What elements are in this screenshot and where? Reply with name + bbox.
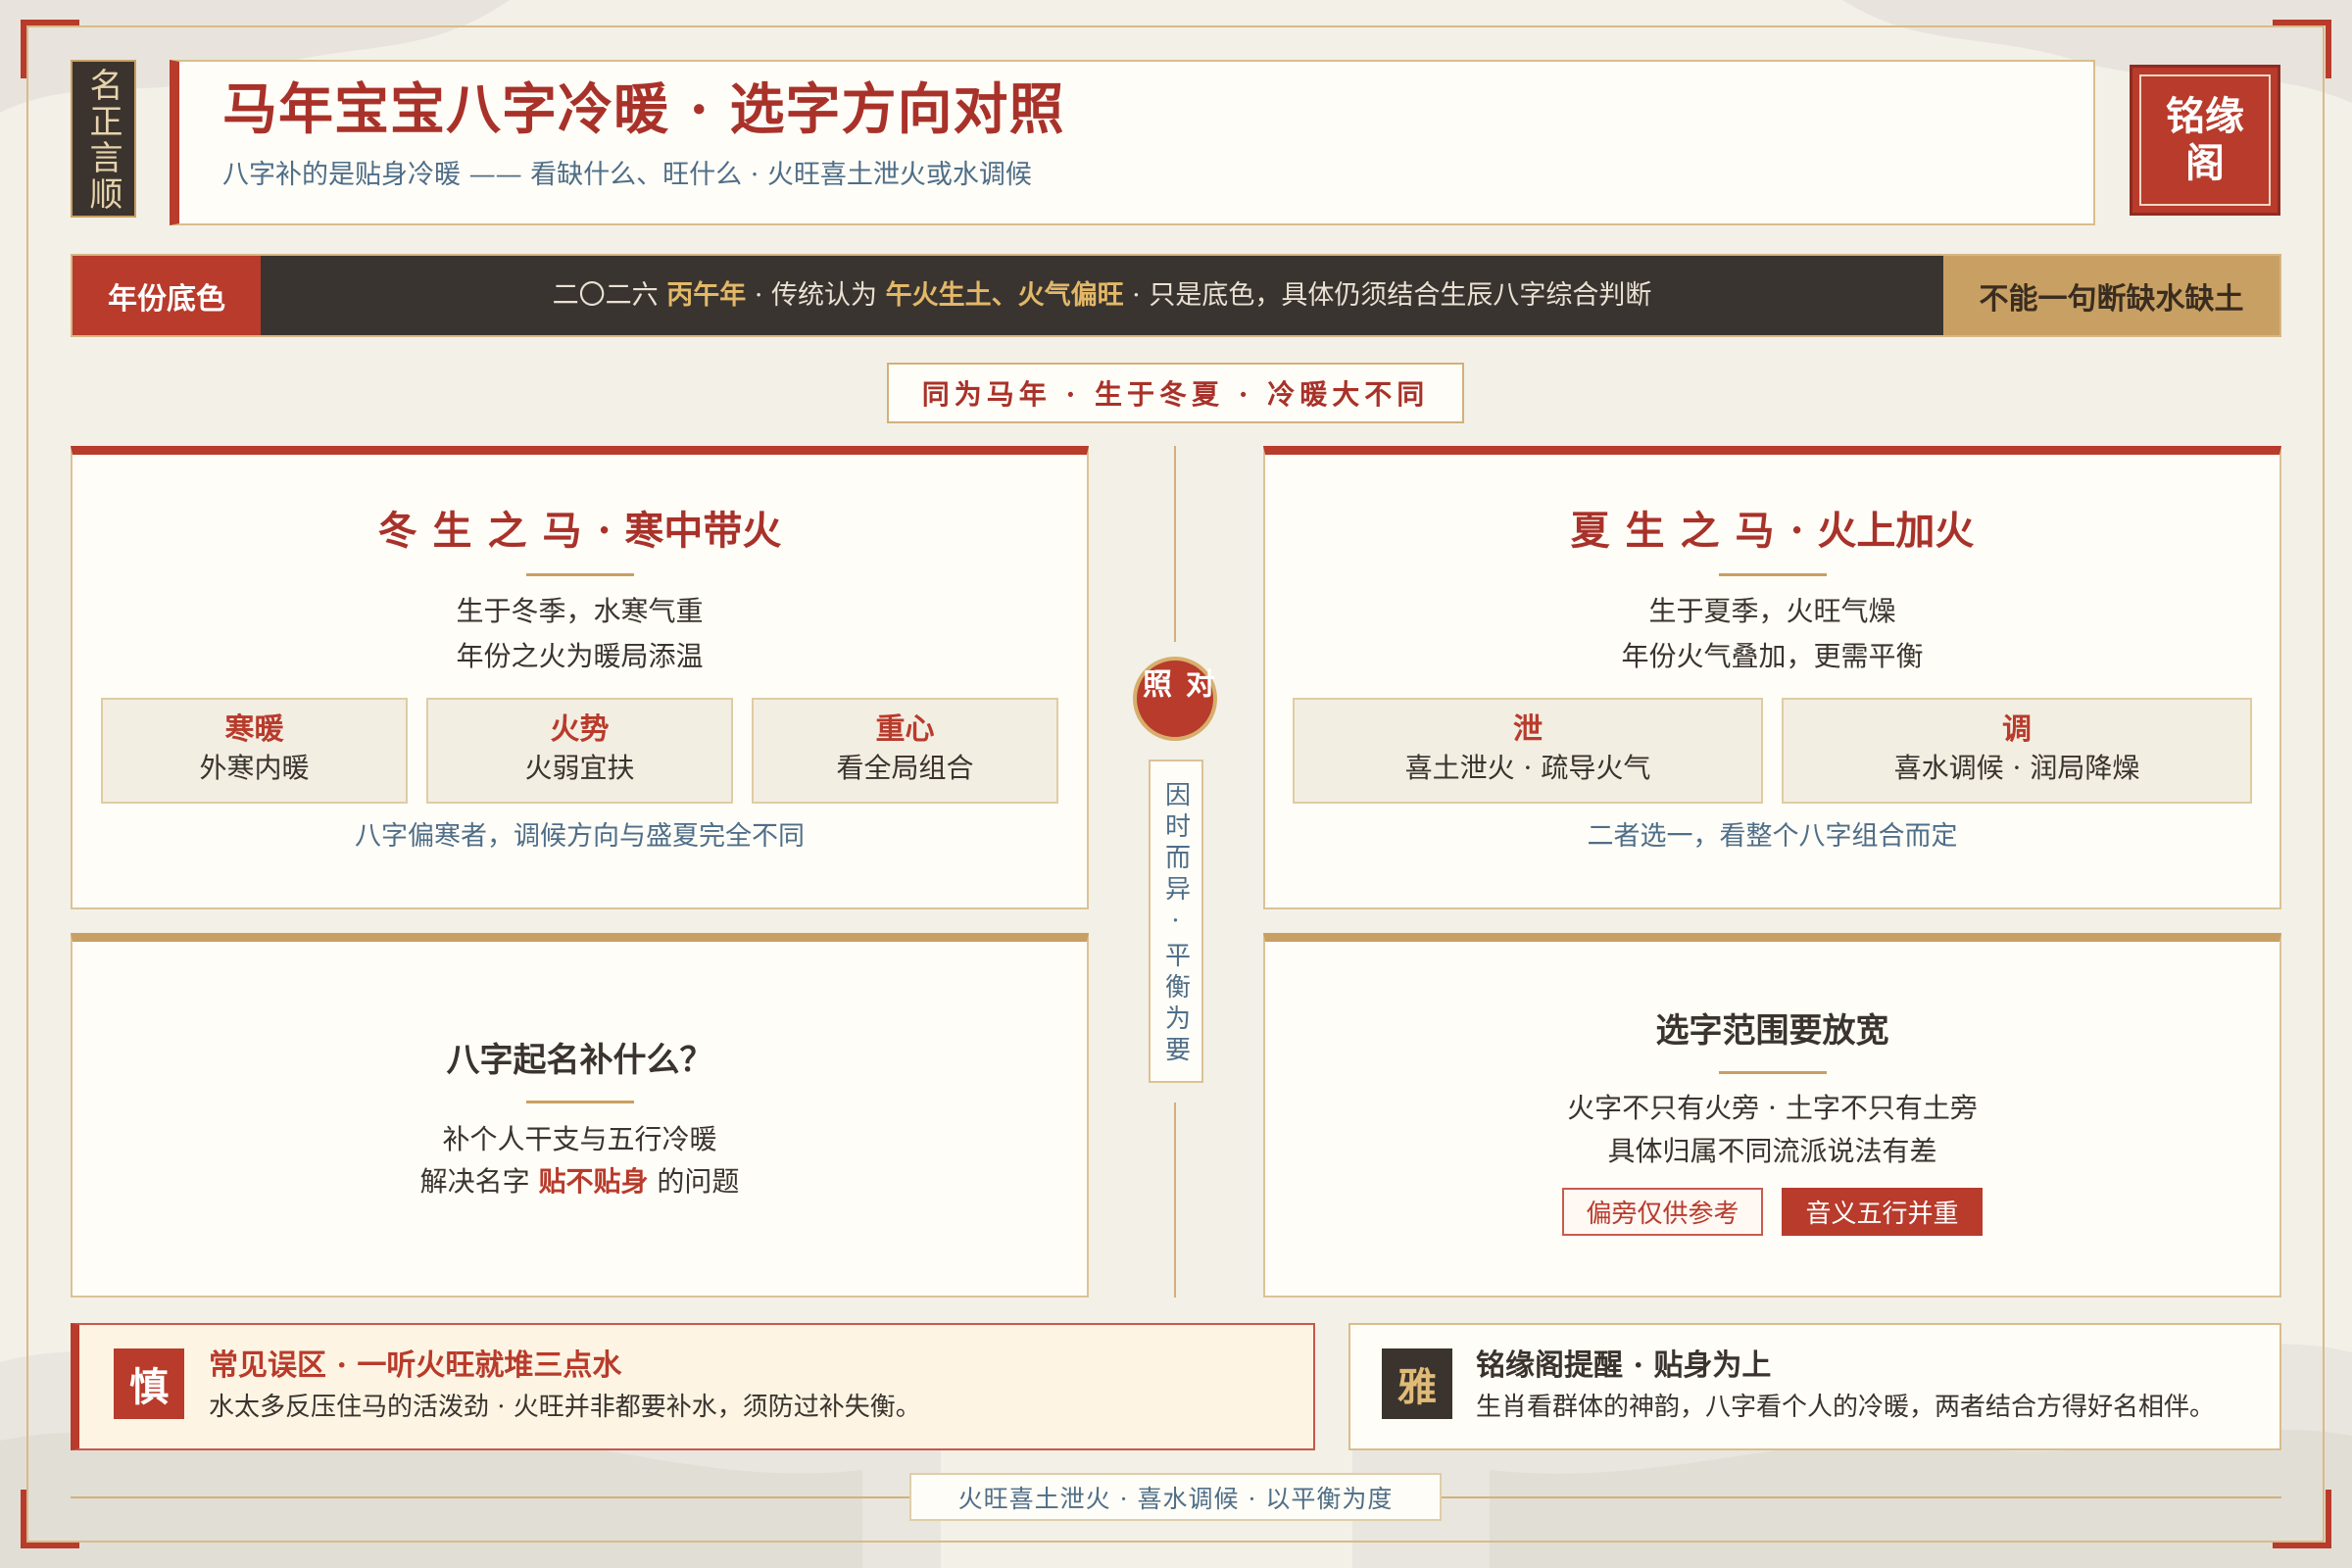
description-line: 生于冬季，水寒气重 bbox=[456, 595, 704, 627]
note-text: 水太多反压住马的活泼劲 · 火旺并非都要补水，须防过补失衡。 bbox=[209, 1393, 921, 1422]
misconception-note: 慎 常见误区 · 一听火旺就堆三点水 水太多反压住马的活泼劲 · 火旺并非都要补… bbox=[71, 1323, 1315, 1450]
corner-bracket bbox=[2273, 1490, 2331, 1548]
tile-fire-strength: 火势 火弱宜扶 bbox=[426, 698, 733, 804]
tile-drain-fire: 泄 喜土泄火 · 疏导火气 bbox=[1293, 698, 1763, 804]
comparison-heading: 同为马年 · 生于冬夏 · 冷暖大不同 bbox=[887, 363, 1464, 423]
card-title-theme: · 火上加火 bbox=[1789, 508, 1975, 554]
winter-horse-card: 冬生之马· 寒中带火 生于冬季，水寒气重 年份之火为暖局添温 寒暖 外寒内暖 火… bbox=[71, 446, 1089, 909]
footer-summary: 火旺喜土泄火 · 喜水调候 · 以平衡为度 bbox=[909, 1473, 1442, 1521]
tile-text: 喜水调候 · 润局降燥 bbox=[1893, 752, 2140, 784]
line-highlight: 贴不贴身 bbox=[538, 1165, 649, 1198]
card-footnote: 八字偏寒者，调候方向与盛夏完全不同 bbox=[355, 821, 805, 852]
card-title: 冬生之马· 寒中带火 bbox=[378, 506, 782, 557]
tile-text: 外寒内暖 bbox=[199, 752, 310, 784]
scope-card: 选字范围要放宽 火字不只有火旁 · 土字不只有土旁 具体归属不同流派说法有差 偏… bbox=[1263, 933, 2281, 1298]
tag-sound-meaning: 音义五行并重 bbox=[1782, 1188, 1983, 1236]
tile-label: 泄 bbox=[1513, 712, 1543, 747]
line-text: 的问题 bbox=[648, 1165, 740, 1198]
card-title: 八字起名补什么？ bbox=[446, 1041, 713, 1080]
divider-line bbox=[1174, 446, 1176, 642]
footer-rule bbox=[1442, 1496, 2281, 1498]
compare-badge-text: 对照 bbox=[1137, 668, 1214, 706]
banner-text: 二〇二六 bbox=[552, 280, 667, 311]
divider-line bbox=[1174, 1102, 1176, 1298]
title-underline bbox=[1718, 573, 1827, 576]
tile-label: 寒暖 bbox=[224, 712, 284, 747]
tile-cold-warm: 寒暖 外寒内暖 bbox=[101, 698, 408, 804]
corner-bracket bbox=[21, 1490, 79, 1548]
title-underline bbox=[1718, 1071, 1827, 1074]
note-text: 生肖看群体的神韵，八字看个人的冷暖，两者结合方得好名相伴。 bbox=[1476, 1393, 2216, 1422]
seal-frame: 铭缘 阁 bbox=[2139, 74, 2271, 206]
seal-line-2: 阁 bbox=[2185, 140, 2225, 186]
brand-seal: 铭缘 阁 bbox=[2130, 65, 2280, 216]
title-underline bbox=[525, 1101, 634, 1103]
banner-text: · 只是底色，具体仍须结合生辰八字综合判断 bbox=[1123, 280, 1652, 311]
card-description: 生于夏季，火旺气燥 年份火气叠加，更需平衡 bbox=[1621, 589, 1923, 679]
tile-label: 重心 bbox=[875, 712, 935, 747]
tag-row: 偏旁仅供参考 音义五行并重 bbox=[1562, 1188, 1983, 1236]
card-title: 选字范围要放宽 bbox=[1655, 1011, 1889, 1051]
tile-text: 火弱宜扶 bbox=[524, 752, 635, 784]
banner-highlight: 丙午年 bbox=[666, 280, 747, 311]
card-title-name: 冬生之马 bbox=[377, 508, 598, 554]
side-motto-badge: 名正言顺 bbox=[71, 60, 136, 218]
line-text: 解决名字 bbox=[419, 1165, 539, 1198]
divider-motto-text: 因时而异·平衡为要 bbox=[1160, 781, 1191, 1067]
banner-text: · 传统认为 bbox=[746, 280, 886, 311]
compare-badge: 对照 bbox=[1133, 657, 1217, 741]
title-underline bbox=[525, 573, 634, 576]
reminder-note: 雅 铭缘阁提醒 · 贴身为上 生肖看群体的神韵，八字看个人的冷暖，两者结合方得好… bbox=[1348, 1323, 2281, 1450]
divider-motto-box: 因时而异·平衡为要 bbox=[1149, 760, 1203, 1083]
corner-bracket bbox=[21, 20, 79, 78]
tile-text: 看全局组合 bbox=[836, 752, 974, 784]
card-description: 补个人干支与五行冷暖 解决名字 贴不贴身 的问题 bbox=[420, 1118, 740, 1202]
tag-radical-reference: 偏旁仅供参考 bbox=[1562, 1188, 1763, 1236]
card-title-theme: · 寒中带火 bbox=[597, 508, 782, 554]
tile-row: 泄 喜土泄火 · 疏导火气 调 喜水调候 · 润局降燥 bbox=[1265, 698, 2279, 804]
banner-statement-line: 二〇二六 丙午年 · 传统认为 午火生土、火气偏旺 · 只是底色，具体仍须结合生… bbox=[553, 273, 1652, 312]
elegance-badge: 雅 bbox=[1382, 1348, 1452, 1419]
tile-label: 调 bbox=[2002, 712, 2032, 747]
note-title: 常见误区 · 一听火旺就堆三点水 bbox=[209, 1348, 622, 1383]
tile-label: 火势 bbox=[550, 712, 610, 747]
banner-label: 年份底色 bbox=[73, 256, 261, 335]
description-line: 火字不只有火旁 · 土字不只有土旁 bbox=[1567, 1092, 1978, 1124]
footer-rule bbox=[71, 1496, 909, 1498]
page-title: 马年宝宝八字冷暖 · 选字方向对照 bbox=[222, 77, 1065, 142]
caution-badge: 慎 bbox=[114, 1348, 184, 1419]
description-line: 生于夏季，火旺气燥 bbox=[1648, 595, 1896, 627]
tile-row: 寒暖 外寒内暖 火势 火弱宜扶 重心 看全局组合 bbox=[73, 698, 1087, 804]
card-description: 火字不只有火旁 · 土字不只有土旁 具体归属不同流派说法有差 bbox=[1567, 1087, 1978, 1173]
corner-bracket bbox=[2273, 20, 2331, 78]
tile-balance-water: 调 喜水调候 · 润局降燥 bbox=[1782, 698, 2252, 804]
summer-horse-card: 夏生之马· 火上加火 生于夏季，火旺气燥 年份火气叠加，更需平衡 泄 喜土泄火 … bbox=[1263, 446, 2281, 909]
purpose-card: 八字起名补什么？ 补个人干支与五行冷暖 解决名字 贴不贴身 的问题 bbox=[71, 933, 1089, 1298]
card-title-name: 夏生之马 bbox=[1570, 508, 1790, 554]
card-footnote: 二者选一，看整个八字组合而定 bbox=[1587, 821, 1958, 852]
tile-focus: 重心 看全局组合 bbox=[752, 698, 1058, 804]
year-banner: 年份底色 二〇二六 丙午年 · 传统认为 午火生土、火气偏旺 · 只是底色，具体… bbox=[71, 254, 2281, 337]
side-motto-text: 名正言顺 bbox=[83, 68, 122, 213]
note-title: 铭缘阁提醒 · 贴身为上 bbox=[1476, 1348, 1772, 1383]
description-line: 补个人干支与五行冷暖 bbox=[442, 1123, 717, 1155]
page-subtitle: 八字补的是贴身冷暖 —— 看缺什么、旺什么 · 火旺喜土泄火或水调候 bbox=[222, 160, 1032, 190]
card-title: 夏生之马· 火上加火 bbox=[1571, 506, 1975, 557]
seal-line-1: 铭缘 bbox=[2166, 93, 2244, 139]
title-panel: 马年宝宝八字冷暖 · 选字方向对照 八字补的是贴身冷暖 —— 看缺什么、旺什么 … bbox=[170, 60, 2095, 225]
tile-text: 喜土泄火 · 疏导火气 bbox=[1404, 752, 1651, 784]
description-line: 年份火气叠加，更需平衡 bbox=[1621, 640, 1924, 672]
description-line: 年份之火为暖局添温 bbox=[456, 640, 704, 672]
card-description: 生于冬季，水寒气重 年份之火为暖局添温 bbox=[456, 589, 703, 679]
description-line: 具体归属不同流派说法有差 bbox=[1607, 1135, 1937, 1167]
banner-note: 不能一句断缺水缺土 bbox=[1943, 256, 2279, 335]
banner-highlight: 午火生土、火气偏旺 bbox=[885, 280, 1124, 311]
banner-statement: 二〇二六 丙午年 · 传统认为 午火生土、火气偏旺 · 只是底色，具体仍须结合生… bbox=[261, 256, 1943, 335]
description-line: 解决名字 贴不贴身 的问题 bbox=[420, 1160, 740, 1202]
